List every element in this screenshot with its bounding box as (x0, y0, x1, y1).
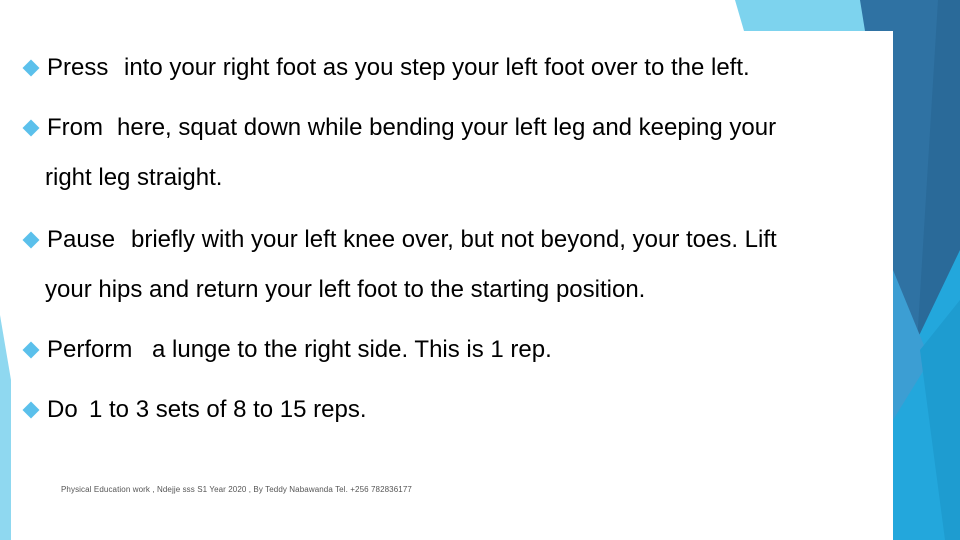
bullet-text: 1 to 3 sets of 8 to 15 reps. (89, 396, 367, 423)
bullet-text: briefly with your left knee over, but no… (131, 226, 777, 253)
bullet-list: Press into your right foot as you step y… (0, 0, 893, 540)
diamond-bullet-icon (22, 341, 40, 359)
bullet-text: a lunge to the right side. This is 1 rep… (152, 336, 552, 363)
diamond-bullet-icon (22, 119, 40, 137)
bullet-text-continued: your hips and return your left foot to t… (45, 276, 646, 303)
slide-footer: Physical Education work , Ndejje sss S1 … (61, 485, 412, 494)
diamond-bullet-icon (22, 401, 40, 419)
bullet-first-word: From (47, 114, 103, 141)
diamond-bullet-icon (22, 59, 40, 77)
bullet-first-word: Pause (47, 226, 116, 253)
bullet-text: here, squat down while bending your left… (117, 114, 777, 141)
diamond-bullet-icon (22, 231, 40, 249)
bullet-text-continued: right leg straight. (45, 164, 223, 191)
bullet-first-word: Press (47, 54, 109, 81)
bullet-text: into your right foot as you step your le… (124, 54, 750, 81)
bullet-first-word: Do (47, 396, 78, 423)
bullet-first-word: Perform (47, 336, 133, 363)
